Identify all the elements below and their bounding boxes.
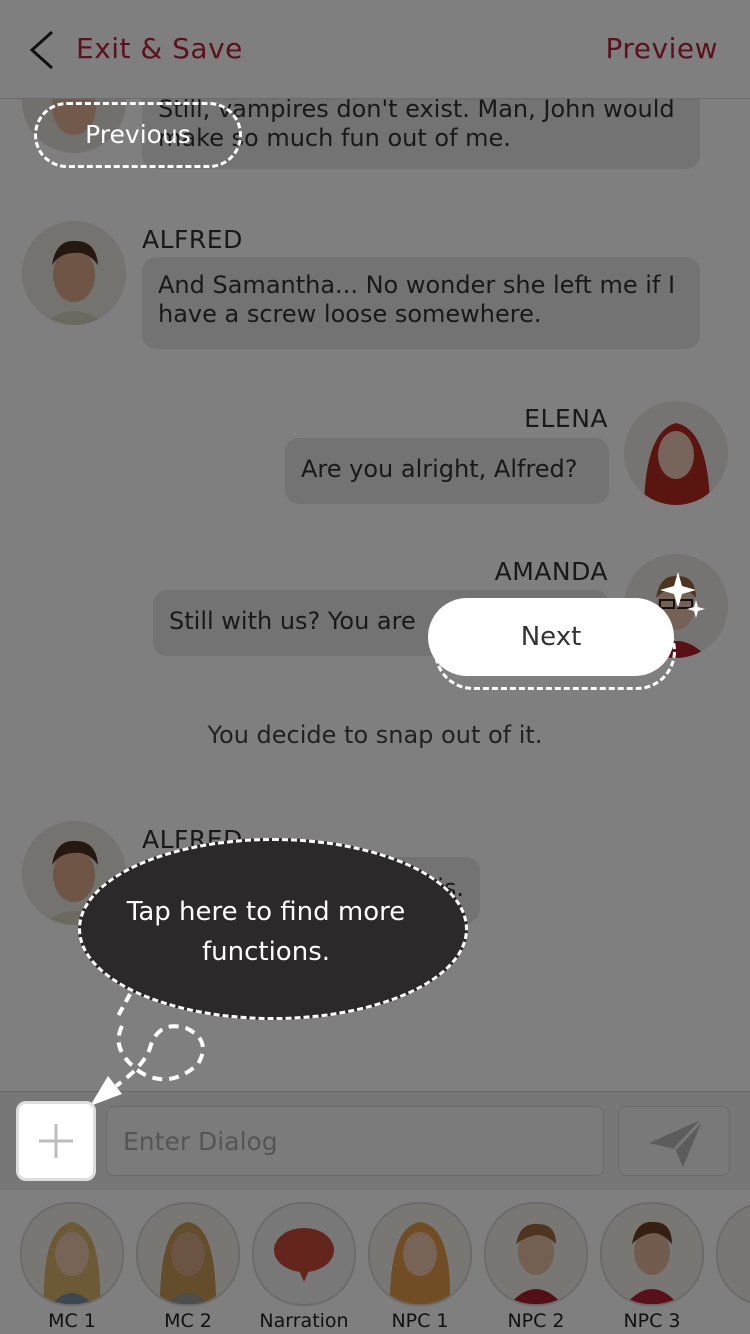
sparkle-icon — [660, 572, 705, 618]
next-button[interactable]: Next — [428, 598, 674, 676]
previous-button[interactable]: Previous — [34, 102, 242, 168]
more-functions-highlight[interactable] — [16, 1101, 96, 1181]
tooltip-text: Tap here to find more functions. — [126, 897, 406, 967]
plus-icon — [39, 1124, 73, 1158]
pointer-arrow-icon — [90, 993, 205, 1106]
